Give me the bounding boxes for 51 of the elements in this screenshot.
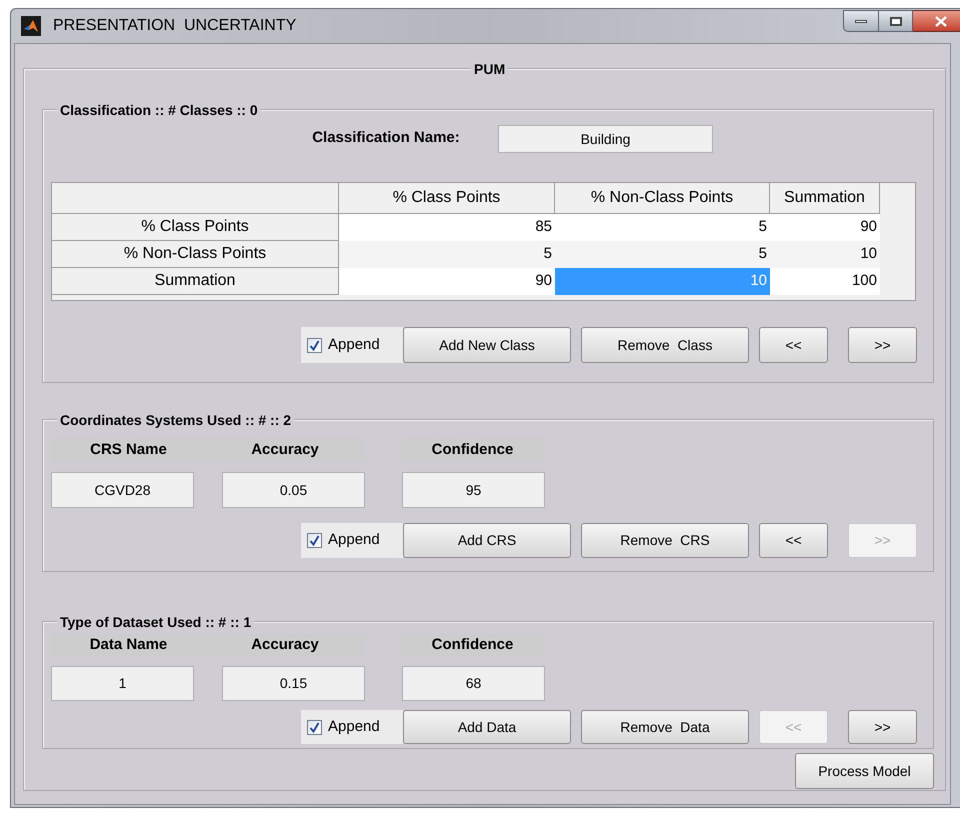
column-label: Accuracy: [206, 634, 364, 657]
table-cell[interactable]: 90: [770, 214, 880, 241]
append-checkbox[interactable]: Append: [301, 327, 403, 363]
input-field[interactable]: 1: [51, 666, 194, 701]
input-field[interactable]: 0.15: [222, 666, 365, 701]
row-header: % Non-Class Points: [52, 241, 339, 268]
next-button[interactable]: >>: [848, 710, 917, 744]
table-cell[interactable]: 10: [770, 241, 880, 268]
check-icon: [309, 535, 320, 546]
table-cell[interactable]: 90: [339, 268, 555, 295]
input-field[interactable]: 68: [402, 666, 545, 701]
column-label: Confidence: [401, 634, 544, 657]
input-field[interactable]: Building: [498, 125, 713, 153]
column-label: Data Name: [51, 634, 206, 657]
add-button[interactable]: Add CRS: [403, 523, 571, 558]
table-cell[interactable]: 5: [339, 241, 555, 268]
field-label: Classification Name:: [311, 128, 461, 148]
maximize-button[interactable]: [879, 10, 913, 32]
remove-button[interactable]: Remove CRS: [581, 523, 749, 558]
row-header: Summation: [52, 268, 339, 295]
next-button[interactable]: >>: [848, 327, 917, 363]
minimize-button[interactable]: [843, 10, 879, 32]
close-button[interactable]: [913, 10, 960, 32]
app-icon: [21, 16, 41, 36]
input-field[interactable]: 95: [402, 472, 545, 508]
add-button[interactable]: Add New Class: [403, 327, 571, 363]
column-label: Accuracy: [206, 438, 364, 462]
table-cell[interactable]: 100: [770, 268, 880, 295]
column-label: Confidence: [401, 438, 544, 462]
append-checkbox[interactable]: Append: [301, 523, 403, 558]
previous-button[interactable]: <<: [759, 327, 828, 363]
append-checkbox[interactable]: Append: [301, 710, 403, 744]
table-cell[interactable]: 85: [339, 214, 555, 241]
table-cell[interactable]: 5: [555, 241, 770, 268]
input-field[interactable]: 0.05: [222, 472, 365, 508]
previous-button[interactable]: <<: [759, 523, 828, 558]
process-model-button[interactable]: Process Model: [795, 753, 934, 789]
remove-button[interactable]: Remove Data: [581, 710, 749, 744]
row-header: % Class Points: [52, 214, 339, 241]
column-header: % Class Points: [339, 183, 555, 214]
remove-button[interactable]: Remove Class: [581, 327, 749, 363]
check-icon: [309, 340, 320, 350]
column-header: Summation: [770, 183, 880, 214]
table-cell[interactable]: 5: [555, 214, 770, 241]
check-icon: [309, 722, 320, 732]
window-title: PRESENTATION UNCERTAINTY: [53, 16, 296, 36]
input-field[interactable]: CGVD28: [51, 472, 194, 508]
column-label: CRS Name: [51, 438, 206, 462]
close-icon: [934, 16, 946, 26]
column-header: % Non-Class Points: [555, 183, 770, 214]
add-button[interactable]: Add Data: [403, 710, 571, 744]
